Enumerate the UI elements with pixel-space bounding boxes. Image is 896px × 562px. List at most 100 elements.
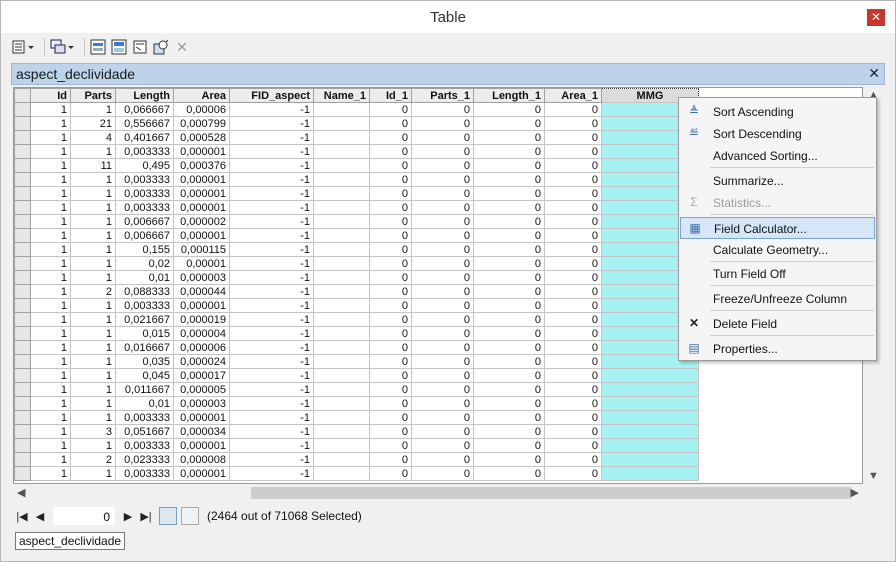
cell-id[interactable]: 1 — [30, 214, 71, 229]
table-row[interactable]: 1 21 0,556667 0,000799 -1 0 0 0 0 — [14, 116, 699, 131]
cell-parts[interactable]: 21 — [70, 116, 116, 131]
cell-name-1[interactable] — [313, 438, 370, 453]
delete-selected-icon[interactable]: ✕ — [173, 37, 191, 57]
row-selector[interactable] — [14, 424, 31, 439]
cell-length[interactable]: 0,003333 — [115, 186, 174, 201]
cell-name-1[interactable] — [313, 452, 370, 467]
cell-id[interactable]: 1 — [30, 172, 71, 187]
cell-name-1[interactable] — [313, 200, 370, 215]
row-selector[interactable] — [14, 382, 31, 397]
column-header-fid-aspect[interactable]: FID_aspect — [229, 88, 314, 103]
cell-parts[interactable]: 1 — [70, 214, 116, 229]
cell-fid-aspect[interactable]: -1 — [229, 298, 314, 313]
row-selector[interactable] — [14, 438, 31, 453]
cell-parts-1[interactable]: 0 — [411, 284, 474, 299]
cell-name-1[interactable] — [313, 228, 370, 243]
cell-area-1[interactable]: 0 — [544, 452, 602, 467]
cell-area[interactable]: 0,000006 — [173, 340, 230, 355]
cell-id[interactable]: 1 — [30, 396, 71, 411]
cell-parts[interactable]: 11 — [70, 158, 116, 173]
cell-area[interactable]: 0,000001 — [173, 410, 230, 425]
cell-fid-aspect[interactable]: -1 — [229, 382, 314, 397]
cell-fid-aspect[interactable]: -1 — [229, 242, 314, 257]
cell-id[interactable]: 1 — [30, 102, 71, 117]
table-row[interactable]: 1 1 0,003333 0,000001 -1 0 0 0 0 — [14, 410, 699, 425]
cell-name-1[interactable] — [313, 214, 370, 229]
cell-area-1[interactable]: 0 — [544, 382, 602, 397]
cell-fid-aspect[interactable]: -1 — [229, 130, 314, 145]
cell-length[interactable]: 0,003333 — [115, 200, 174, 215]
close-window-button[interactable]: ✕ — [867, 9, 885, 26]
column-header-area[interactable]: Area — [173, 88, 230, 103]
cell-name-1[interactable] — [313, 382, 370, 397]
cell-parts-1[interactable]: 0 — [411, 298, 474, 313]
cell-id-1[interactable]: 0 — [369, 340, 412, 355]
cell-parts[interactable]: 1 — [70, 228, 116, 243]
cell-fid-aspect[interactable]: -1 — [229, 116, 314, 131]
table-row[interactable]: 1 1 0,155 0,000115 -1 0 0 0 0 — [14, 242, 699, 257]
cell-id-1[interactable]: 0 — [369, 298, 412, 313]
row-selector[interactable] — [14, 396, 31, 411]
table-row[interactable]: 1 1 0,003333 0,000001 -1 0 0 0 0 — [14, 144, 699, 159]
cell-length-1[interactable]: 0 — [473, 158, 545, 173]
table-row[interactable]: 1 1 0,006667 0,000001 -1 0 0 0 0 — [14, 228, 699, 243]
cell-id-1[interactable]: 0 — [369, 410, 412, 425]
cell-parts[interactable]: 1 — [70, 256, 116, 271]
cell-id[interactable]: 1 — [30, 326, 71, 341]
cell-area-1[interactable]: 0 — [544, 396, 602, 411]
cell-name-1[interactable] — [313, 326, 370, 341]
show-selected-records-icon[interactable] — [181, 507, 199, 525]
cell-name-1[interactable] — [313, 158, 370, 173]
cell-parts[interactable]: 1 — [70, 340, 116, 355]
cell-fid-aspect[interactable]: -1 — [229, 340, 314, 355]
cell-fid-aspect[interactable]: -1 — [229, 214, 314, 229]
cell-parts-1[interactable]: 0 — [411, 116, 474, 131]
first-record-icon[interactable]: |◀ — [13, 510, 31, 523]
cell-parts[interactable]: 1 — [70, 438, 116, 453]
menu-item-turn-field-off[interactable]: Turn Field Off — [680, 263, 875, 285]
cell-area-1[interactable]: 0 — [544, 158, 602, 173]
column-header-length-1[interactable]: Length_1 — [473, 88, 545, 103]
cell-length[interactable]: 0,556667 — [115, 116, 174, 131]
cell-id-1[interactable]: 0 — [369, 200, 412, 215]
cell-length[interactable]: 0,155 — [115, 242, 174, 257]
cell-length-1[interactable]: 0 — [473, 116, 545, 131]
cell-length[interactable]: 0,011667 — [115, 382, 174, 397]
cell-length[interactable]: 0,495 — [115, 158, 174, 173]
menu-item-calculate-geometry[interactable]: Calculate Geometry... — [680, 239, 875, 261]
menu-item-summarize[interactable]: Summarize... — [680, 170, 875, 192]
cell-area-1[interactable]: 0 — [544, 102, 602, 117]
cell-parts[interactable]: 1 — [70, 312, 116, 327]
cell-id-1[interactable]: 0 — [369, 242, 412, 257]
row-selector[interactable] — [14, 312, 31, 327]
cell-length[interactable]: 0,003333 — [115, 438, 174, 453]
cell-fid-aspect[interactable]: -1 — [229, 452, 314, 467]
cell-area-1[interactable]: 0 — [544, 214, 602, 229]
cell-fid-aspect[interactable]: -1 — [229, 438, 314, 453]
cell-fid-aspect[interactable]: -1 — [229, 256, 314, 271]
cell-id[interactable]: 1 — [30, 144, 71, 159]
cell-fid-aspect[interactable]: -1 — [229, 144, 314, 159]
table-row[interactable]: 1 2 0,088333 0,000044 -1 0 0 0 0 — [14, 284, 699, 299]
cell-name-1[interactable] — [313, 116, 370, 131]
cell-id[interactable]: 1 — [30, 158, 71, 173]
cell-length[interactable]: 0,015 — [115, 326, 174, 341]
scroll-down-icon[interactable]: ▼ — [868, 470, 879, 482]
cell-length-1[interactable]: 0 — [473, 368, 545, 383]
horizontal-scroll-thumb[interactable] — [251, 487, 851, 499]
cell-parts-1[interactable]: 0 — [411, 228, 474, 243]
cell-length-1[interactable]: 0 — [473, 186, 545, 201]
cell-parts[interactable]: 4 — [70, 130, 116, 145]
cell-id[interactable]: 1 — [30, 130, 71, 145]
menu-item-freeze-unfreeze-column[interactable]: Freeze/Unfreeze Column — [680, 288, 875, 310]
cell-length-1[interactable]: 0 — [473, 172, 545, 187]
cell-area[interactable]: 0,000002 — [173, 214, 230, 229]
cell-fid-aspect[interactable]: -1 — [229, 172, 314, 187]
cell-area[interactable]: 0,000019 — [173, 312, 230, 327]
close-tab-icon[interactable]: ✕ — [868, 65, 880, 82]
cell-parts-1[interactable]: 0 — [411, 186, 474, 201]
table-row[interactable]: 1 1 0,016667 0,000006 -1 0 0 0 0 — [14, 340, 699, 355]
cell-length[interactable]: 0,01 — [115, 396, 174, 411]
column-header-id[interactable]: Id — [30, 88, 71, 103]
cell-length-1[interactable]: 0 — [473, 452, 545, 467]
